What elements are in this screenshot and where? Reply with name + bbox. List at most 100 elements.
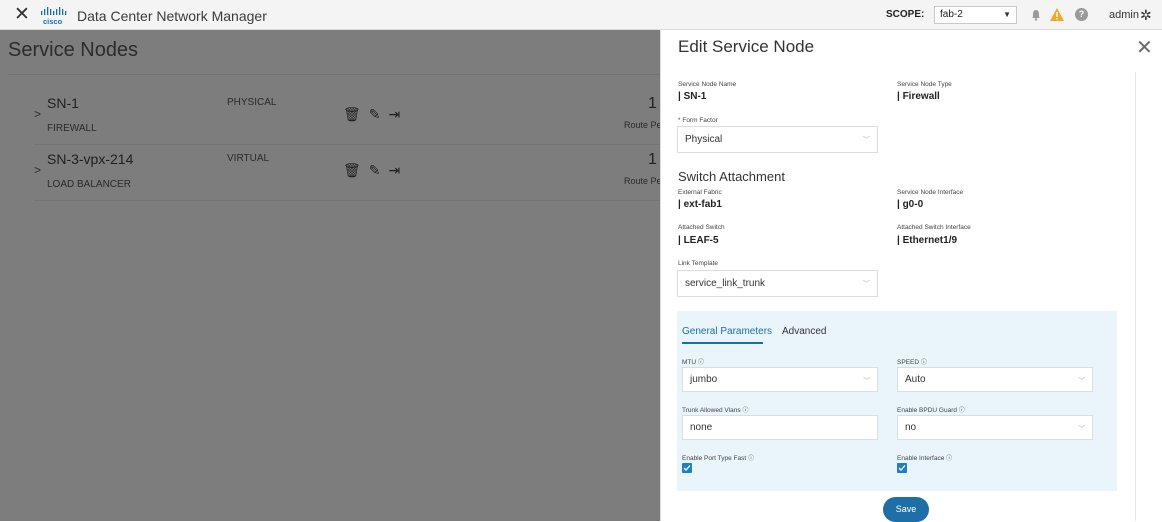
attached-switch-value: | LEAF-5: [678, 235, 719, 246]
top-bar: ✕ cisco Data Center Network Manager SCOP…: [0, 0, 1162, 30]
form-factor-value: Physical: [685, 134, 723, 145]
export-icon[interactable]: ⇥: [389, 106, 401, 122]
chevron-right-icon[interactable]: >: [34, 163, 41, 177]
parameters-section: General Parameters Advanced MTU ⓘ jumbo …: [677, 311, 1117, 491]
cisco-logo-text: cisco: [43, 17, 63, 26]
close-icon[interactable]: ✕: [14, 5, 30, 25]
export-icon[interactable]: ⇥: [389, 162, 401, 178]
save-button[interactable]: Save: [883, 497, 929, 522]
user-menu[interactable]: admin: [1109, 9, 1139, 21]
trunk-allowed-vlans-label: Trunk Allowed Vlans ⓘ: [682, 405, 748, 414]
bpdu-value: no: [905, 422, 917, 433]
info-icon[interactable]: ⓘ: [748, 456, 754, 462]
switch-attachment-title: Switch Attachment: [678, 169, 785, 184]
service-node-type-label: Service Node Type: [897, 81, 952, 88]
checkmark-icon: [898, 465, 906, 471]
speed-label: SPEED ⓘ: [897, 357, 927, 366]
service-nodes-page: Service Nodes > SN-1 PHYSICAL FIREWALL 🗑…: [0, 30, 660, 521]
scope-select[interactable]: fab-2 ▼: [934, 6, 1017, 24]
speed-value: Auto: [905, 374, 926, 385]
cisco-logo: cisco: [41, 7, 67, 26]
checkmark-icon: [683, 465, 691, 471]
service-node-name-label: Service Node Name: [678, 81, 737, 88]
scrollbar[interactable]: [1135, 72, 1143, 521]
node-name: SN-3-vpx-214: [47, 151, 134, 167]
row-actions: 🗑 ✎ ⇥: [343, 162, 408, 179]
caret-down-icon: ▼: [1003, 10, 1011, 19]
trunk-value: none: [690, 422, 713, 433]
trunk-label-text: Trunk Allowed Vlans: [682, 407, 741, 414]
active-tab-indicator: [682, 342, 763, 344]
chevron-down-icon: ﹀: [1078, 426, 1085, 433]
enable-interface-label: Enable Interface ⓘ: [897, 453, 952, 462]
chevron-down-icon: ﹀: [863, 378, 870, 385]
route-peering-count: 1: [648, 151, 657, 168]
attached-switch-label: Attached Switch: [678, 224, 725, 231]
bpdu-guard-select[interactable]: no ﹀: [897, 415, 1093, 440]
service-node-interface-label: Service Node Interface: [897, 189, 964, 196]
edit-icon[interactable]: ✎: [369, 162, 381, 178]
scope-value: fab-2: [940, 9, 963, 20]
delete-icon[interactable]: 🗑: [343, 162, 361, 178]
node-form-factor: VIRTUAL: [227, 153, 270, 164]
info-icon[interactable]: ⓘ: [921, 360, 927, 366]
node-type: LOAD BALANCER: [47, 179, 131, 190]
chevron-down-icon: ﹀: [863, 137, 870, 144]
form-factor-label: * Form Factor: [678, 117, 718, 124]
close-icon[interactable]: ✕: [1136, 35, 1153, 60]
row-actions: 🗑 ✎ ⇥: [343, 106, 408, 123]
attached-switch-interface-label: Attached Switch Interface: [897, 224, 971, 231]
route-peering-count: 1: [648, 95, 657, 112]
table-row[interactable]: > SN-3-vpx-214 VIRTUAL LOAD BALANCER 🗑 ✎ ⇥…: [34, 145, 660, 201]
app-title: Data Center Network Manager: [77, 8, 267, 24]
port-fast-label-text: Enable Port Type Fast: [682, 455, 747, 462]
chevron-right-icon[interactable]: >: [34, 107, 41, 121]
form-factor-select[interactable]: Physical ﹀: [677, 126, 878, 153]
divider: [8, 74, 660, 75]
enable-interface-label-text: Enable Interface: [897, 455, 945, 462]
tab-general-parameters[interactable]: General Parameters: [682, 326, 772, 337]
bell-icon[interactable]: [1030, 9, 1042, 21]
info-icon[interactable]: ⓘ: [698, 360, 704, 366]
enable-interface-checkbox[interactable]: [897, 463, 907, 473]
edit-service-node-panel: Edit Service Node ✕ Service Node Name | …: [660, 30, 1162, 522]
delete-icon[interactable]: 🗑: [343, 106, 361, 122]
bpdu-guard-label: Enable BPDU Guard ⓘ: [897, 405, 965, 414]
table-row[interactable]: > SN-1 PHYSICAL FIREWALL 🗑 ✎ ⇥ 1 Route Pee…: [34, 89, 660, 145]
chevron-down-icon: ﹀: [1078, 378, 1085, 385]
mtu-label-text: MTU: [682, 359, 697, 366]
port-type-fast-checkbox[interactable]: [682, 463, 692, 473]
info-icon[interactable]: ⓘ: [946, 456, 952, 462]
tab-advanced[interactable]: Advanced: [782, 326, 826, 337]
node-form-factor: PHYSICAL: [227, 97, 277, 108]
info-icon[interactable]: ⓘ: [742, 408, 748, 414]
help-icon[interactable]: ?: [1075, 8, 1088, 21]
mtu-value: jumbo: [690, 374, 718, 385]
route-peering-label: Route Peering: [624, 120, 660, 130]
link-template-value: service_link_trunk: [685, 278, 766, 289]
gear-icon[interactable]: ✲: [1140, 7, 1152, 24]
warning-icon[interactable]: [1049, 7, 1065, 22]
node-name: SN-1: [47, 95, 79, 111]
service-node-type-value: | Firewall: [897, 91, 940, 102]
node-type: FIREWALL: [47, 123, 97, 134]
mtu-select[interactable]: jumbo ﹀: [682, 367, 878, 392]
trunk-allowed-vlans-input[interactable]: none: [682, 415, 878, 440]
link-template-select[interactable]: service_link_trunk ﹀: [677, 270, 878, 297]
external-fabric-label: External Fabric: [678, 189, 722, 196]
edit-icon[interactable]: ✎: [369, 106, 381, 122]
external-fabric-value: | ext-fab1: [678, 199, 722, 210]
info-icon[interactable]: ⓘ: [959, 408, 965, 414]
scope-label: SCOPE:: [886, 9, 925, 20]
service-node-name-value: | SN-1: [678, 91, 707, 102]
required-marker: *: [678, 117, 681, 124]
route-peering-label: Route Peering: [624, 176, 660, 186]
attached-switch-interface-value: | Ethernet1/9: [897, 235, 958, 246]
form-factor-label-text: Form Factor: [682, 117, 718, 124]
link-template-label: Link Template: [678, 260, 718, 267]
port-type-fast-label: Enable Port Type Fast ⓘ: [682, 453, 754, 462]
mtu-label: MTU ⓘ: [682, 357, 704, 366]
service-node-interface-value: | g0-0: [897, 199, 924, 210]
page-title: Service Nodes: [8, 39, 139, 61]
speed-select[interactable]: Auto ﹀: [897, 367, 1093, 392]
